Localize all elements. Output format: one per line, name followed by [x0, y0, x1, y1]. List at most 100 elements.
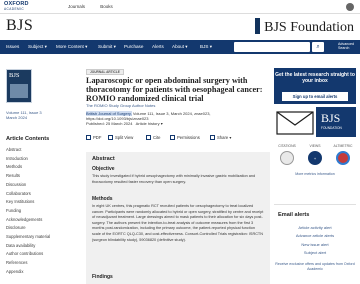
books-link[interactable]: Books — [100, 4, 113, 9]
split-view-label: Split View — [115, 135, 134, 140]
split-view-button[interactable]: Split View — [108, 135, 133, 140]
alerts-offers-note[interactable]: Receive exclusive offers and updates fro… — [274, 262, 356, 272]
contents-item[interactable]: Methods — [6, 163, 50, 172]
article-metrics: CITATIONS VIEWS + ALTMETRIC More metrics… — [274, 144, 356, 180]
article-history-toggle[interactable]: Article history ▾ — [136, 121, 163, 126]
nav-purchase[interactable]: Purchase — [124, 44, 143, 49]
article-contents-title: Article Contents — [6, 136, 50, 142]
alert-advance-article[interactable]: Advance article alerts — [270, 232, 360, 240]
journal-name[interactable]: British Journal of Surgery, — [86, 111, 132, 116]
metric-citations[interactable]: CITATIONS — [274, 144, 300, 165]
contents-item[interactable]: Discussion — [6, 181, 50, 190]
published-date: Published: 25 March 2024 — [86, 121, 133, 126]
article-main: JOURNAL ARTICLE Laparoscopic or open abd… — [86, 54, 270, 284]
signup-button[interactable]: Sign up to email alerts — [282, 92, 348, 101]
nav-issues[interactable]: Issues — [6, 44, 19, 49]
contents-item[interactable]: Key Institutions — [6, 198, 50, 207]
cover-title: BJS — [9, 72, 20, 79]
cite-label: Cite — [153, 135, 161, 140]
pdf-icon — [86, 135, 91, 140]
signup-heading: Get the latest research straight to your… — [275, 72, 355, 84]
permissions-button[interactable]: Permissions — [170, 135, 200, 140]
main-nav: Issues Subject ▾ More Content ▾ Submit ▾… — [0, 40, 360, 54]
nav-subject[interactable]: Subject ▾ — [28, 44, 47, 50]
metric-label: VIEWS — [309, 144, 321, 148]
foundation-logo[interactable]: BJS Foundation — [255, 18, 354, 36]
search-input[interactable] — [234, 42, 310, 52]
altmetric-badge-icon — [336, 151, 350, 165]
alert-article-activity[interactable]: Article activity alert — [270, 224, 360, 232]
contents-item[interactable]: Results — [6, 172, 50, 181]
objective-heading: Objective — [92, 166, 115, 172]
journal-logo[interactable]: BJS — [6, 17, 33, 35]
contents-item[interactable]: References — [6, 259, 50, 268]
contents-item[interactable]: Introduction — [6, 155, 50, 164]
article-title: Laparoscopic or open abdominal surgery w… — [86, 76, 263, 103]
ad-title: BJS — [321, 111, 341, 125]
foundation-ad[interactable]: BJS FOUNDATION — [316, 107, 356, 137]
article-type-badge: JOURNAL ARTICLE — [86, 69, 124, 75]
contents-item[interactable]: Acknowledgements — [6, 216, 50, 225]
contents-item[interactable]: Collaborators — [6, 190, 50, 199]
right-sidebar: Get the latest research straight to your… — [270, 54, 360, 284]
findings-heading: Findings — [92, 274, 113, 280]
issue-date: March 2024 — [6, 115, 28, 120]
abstract-heading: Abstract — [92, 156, 115, 162]
advanced-search-link[interactable]: Advanced Search — [338, 42, 360, 50]
contents-item[interactable]: Funding — [6, 207, 50, 216]
metric-views[interactable]: VIEWS + — [302, 144, 328, 165]
contents-item[interactable]: Appendix — [6, 268, 50, 277]
publication-info: Published: 25 March 2024 Article history… — [86, 121, 163, 126]
alert-subject[interactable]: Subject alert — [270, 249, 360, 257]
permissions-icon — [170, 135, 175, 140]
more-metrics-link[interactable]: More metrics information — [274, 172, 356, 176]
issue-cover[interactable]: BJS — [6, 69, 32, 103]
contents-item[interactable]: Abstract — [6, 146, 50, 155]
envelope-icon — [274, 107, 316, 137]
nav-alerts[interactable]: Alerts — [152, 44, 164, 49]
journals-link[interactable]: Journals — [68, 4, 85, 9]
cite-icon — [146, 135, 151, 140]
cite-button[interactable]: Cite — [146, 135, 160, 140]
permissions-label: Permissions — [177, 135, 200, 140]
alert-new-issue[interactable]: New issue alert — [270, 241, 360, 249]
top-bar: OXFORD ACADEMIC Journals Books — [0, 0, 360, 14]
pdf-button[interactable]: PDF — [86, 135, 101, 140]
metric-altmetric[interactable]: ALTMETRIC — [330, 144, 356, 165]
search-icon[interactable]: ⌕ — [312, 42, 324, 52]
methods-heading: Methods — [92, 196, 113, 202]
share-button[interactable]: Share ▾ — [210, 135, 231, 140]
issue-info[interactable]: Volume 111, Issue 3 March 2024 — [6, 110, 42, 120]
article-contents-list: Abstract Introduction Methods Results Di… — [6, 146, 50, 277]
views-badge-icon: + — [308, 151, 322, 165]
citations-badge-icon — [280, 151, 294, 165]
nav-about[interactable]: About ▾ — [172, 44, 188, 50]
publisher-sub: ACADEMIC — [4, 7, 25, 11]
contents-item[interactable]: Disclosure — [6, 224, 50, 233]
contents-item[interactable]: Author contributions — [6, 250, 50, 259]
contents-item[interactable]: Supplementary material — [6, 233, 50, 242]
contents-item[interactable]: Data availability — [6, 242, 50, 251]
abstract-section: Abstract Objective This study investigat… — [86, 152, 270, 284]
email-alerts-title: Email alerts — [278, 212, 310, 218]
brand-bar: BJS BJS Foundation — [0, 14, 360, 40]
nav-journal-select[interactable]: BJS ▾ — [200, 44, 212, 50]
nav-submit[interactable]: Submit ▾ — [98, 44, 116, 50]
metric-label: CITATIONS — [278, 144, 296, 148]
methods-text: In eight UK centres, this pragmatic RCT … — [92, 204, 264, 242]
cover-image — [10, 84, 28, 98]
ad-subtitle: FOUNDATION — [321, 126, 342, 130]
share-icon — [210, 135, 215, 140]
article-authors[interactable]: The ROMIO Study Group Author Notes — [86, 103, 155, 108]
email-signup-box: Get the latest research straight to your… — [274, 68, 356, 104]
split-view-icon — [108, 135, 113, 140]
nav-more-content[interactable]: More Content ▾ — [56, 44, 87, 50]
publisher-logo[interactable]: OXFORD ACADEMIC — [4, 1, 29, 12]
objective-text: This study investigated if hybrid oesoph… — [92, 174, 256, 184]
metric-label: ALTMETRIC — [333, 144, 353, 148]
user-account-icon[interactable] — [346, 3, 354, 11]
foundation-name: BJS Foundation — [264, 20, 354, 35]
share-label: Share ▾ — [217, 135, 232, 140]
foundation-mark-icon — [255, 18, 261, 34]
article-toolbar: PDF Split View Cite Permissions Share ▾ — [86, 134, 268, 144]
